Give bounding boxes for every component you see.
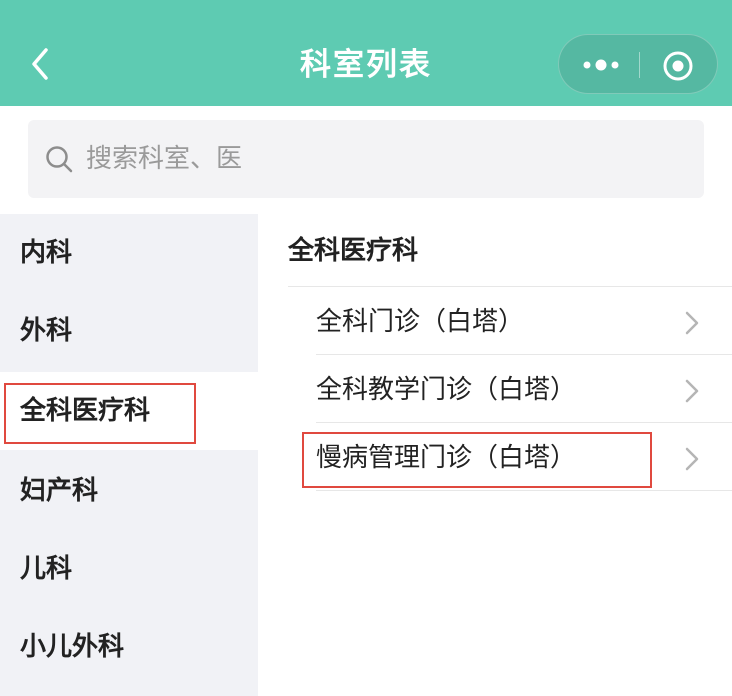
search-placeholder: 搜索科室、医 <box>86 144 243 174</box>
chevron-right-icon <box>685 311 699 335</box>
clinic-row-teaching[interactable]: 全科教学门诊（白塔） <box>288 356 732 424</box>
search-input[interactable]: 搜索科室、医 <box>28 120 704 198</box>
more-dots-icon[interactable] <box>579 51 623 79</box>
search-area: 搜索科室、医 <box>0 106 732 212</box>
sidebar-item-general-practice[interactable]: 全科医疗科 <box>0 372 258 450</box>
section-title: 全科医疗科 <box>288 236 419 266</box>
sidebar-item-label: 全科医疗科 <box>20 396 151 426</box>
clinic-row-chronic-disease[interactable]: 慢病管理门诊（白塔） <box>288 424 732 492</box>
sidebar-item-label: 小儿外科 <box>20 632 125 662</box>
sidebar-item-surgery[interactable]: 外科 <box>0 292 258 370</box>
department-sidebar: 内科 外科 全科医疗科 妇产科 儿科 小儿外科 <box>0 214 258 696</box>
chevron-right-icon <box>685 379 699 403</box>
chevron-right-icon <box>685 447 699 471</box>
target-circle-icon[interactable] <box>661 49 695 83</box>
nav-bar: 科室列表 <box>0 0 732 106</box>
divider <box>288 286 732 287</box>
divider <box>316 422 732 423</box>
clinic-name: 全科教学门诊（白塔） <box>316 375 577 405</box>
mini-program-capsule <box>558 34 718 94</box>
sidebar-item-pediatric-surgery[interactable]: 小儿外科 <box>0 608 258 686</box>
capsule-divider <box>639 52 640 78</box>
sidebar-item-label: 妇产科 <box>20 476 99 506</box>
sidebar-item-label: 内科 <box>20 238 73 268</box>
divider <box>316 490 732 491</box>
sidebar-item-obstetrics-gynecology[interactable]: 妇产科 <box>0 452 258 530</box>
sidebar-item-pediatrics[interactable]: 儿科 <box>0 530 258 608</box>
search-icon <box>46 146 73 173</box>
clinic-list-panel: 全科医疗科 全科门诊（白塔） 全科教学门诊（白塔） 慢病管理门诊（白塔） <box>258 214 732 696</box>
clinic-row-general[interactable]: 全科门诊（白塔） <box>288 288 732 356</box>
divider <box>316 354 732 355</box>
sidebar-item-label: 儿科 <box>20 554 73 584</box>
clinic-name: 全科门诊（白塔） <box>316 307 525 337</box>
clinic-name: 慢病管理门诊（白塔） <box>316 443 577 473</box>
sidebar-item-label: 外科 <box>20 316 73 346</box>
sidebar-item-internal-medicine[interactable]: 内科 <box>0 214 258 292</box>
